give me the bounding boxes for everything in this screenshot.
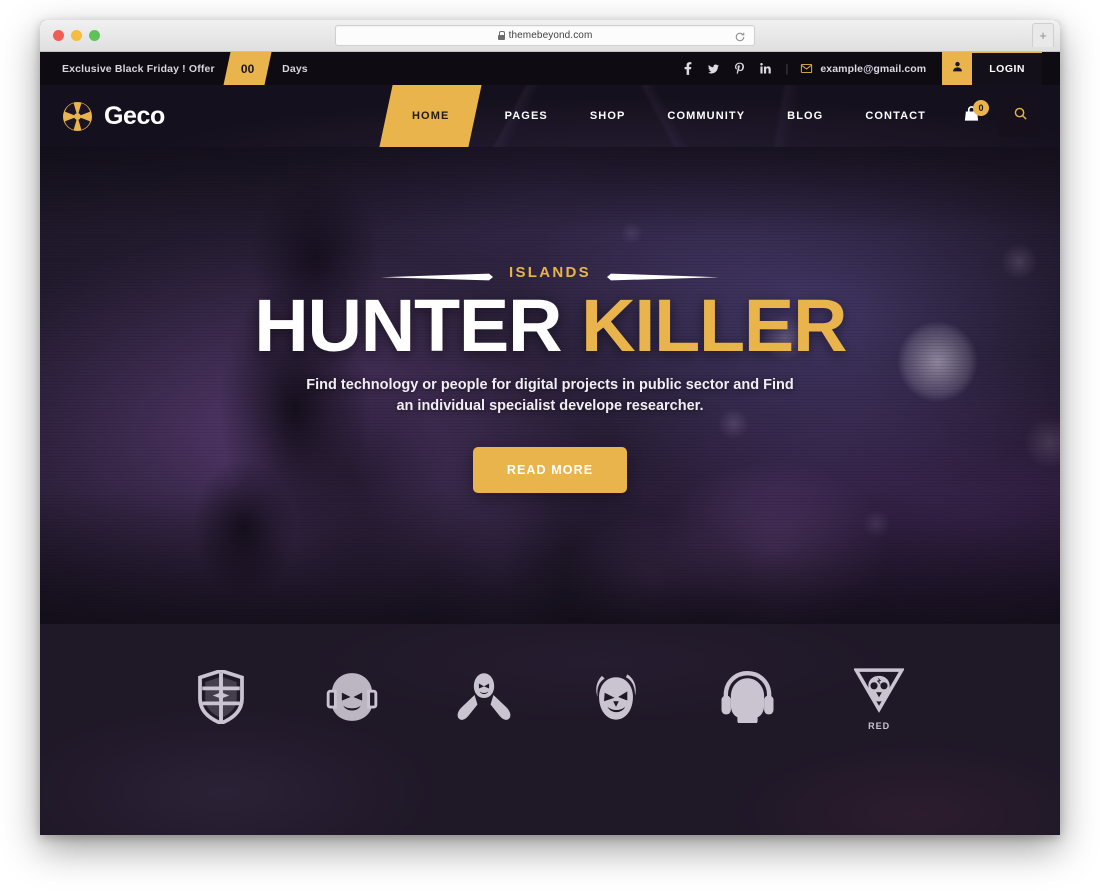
envelope-icon xyxy=(800,62,813,75)
horned-demon-logo-icon xyxy=(592,671,640,728)
hero-content: ISLANDS HUNTER KILLER Find technology or… xyxy=(40,147,1060,624)
nav-item-blog-label: BLOG xyxy=(787,110,824,122)
brand-logo-headphones-head[interactable] xyxy=(710,662,784,736)
brand-logo-gamer-headset-face[interactable] xyxy=(315,662,389,736)
facebook-icon[interactable] xyxy=(682,62,693,76)
login-button[interactable]: LOGIN xyxy=(972,52,1042,85)
email-text: example@gmail.com xyxy=(820,62,927,75)
topbar-separator: | xyxy=(785,62,789,75)
promo-countdown-unit: Days xyxy=(282,62,308,75)
hero-section: ISLANDS HUNTER KILLER Find technology or… xyxy=(40,147,1060,624)
traffic-lights xyxy=(53,30,100,41)
address-bar[interactable]: themebeyond.com xyxy=(335,25,755,46)
brand-logo-horned-demon[interactable] xyxy=(579,662,653,736)
brand-logos-section: RED xyxy=(40,624,1060,835)
social-links xyxy=(682,62,785,76)
aperture-icon xyxy=(62,101,93,132)
cart-count-badge: 0 xyxy=(973,100,989,116)
browser-chrome: themebeyond.com + xyxy=(40,20,1060,52)
hero-eyebrow: ISLANDS xyxy=(381,264,719,281)
nav-item-community-label: COMMUNITY xyxy=(667,110,746,122)
brand-logo-list: RED xyxy=(40,624,1060,736)
promo-countdown-value: 00 xyxy=(240,61,255,76)
top-bar: Exclusive Black Friday ! Offer 00 Days |… xyxy=(40,52,1060,85)
hero-title: HUNTER KILLER xyxy=(254,288,847,362)
search-button[interactable] xyxy=(999,95,1041,137)
hero-subtitle: Find technology or people for digital pr… xyxy=(306,376,794,415)
read-more-label: READ MORE xyxy=(506,463,594,478)
nav-item-home-label: HOME xyxy=(412,110,450,122)
nav-item-blog[interactable]: BLOG xyxy=(766,85,844,147)
new-tab-button[interactable]: + xyxy=(1032,23,1054,47)
red-gasmask-logo-label: RED xyxy=(868,720,891,731)
red-gasmask-logo-icon xyxy=(853,667,905,720)
twitter-icon[interactable] xyxy=(708,62,720,76)
promo-countdown: 00 xyxy=(223,52,272,85)
top-bar-right: | example@gmail.com LOGIN xyxy=(682,52,1042,85)
pinterest-icon[interactable] xyxy=(734,62,745,76)
nav-item-pages-label: PAGES xyxy=(504,110,548,122)
nav-item-pages[interactable]: PAGES xyxy=(484,85,569,147)
minimize-window-button[interactable] xyxy=(71,30,82,41)
page-viewport: Exclusive Black Friday ! Offer 00 Days |… xyxy=(40,52,1060,835)
hero-title-word-1: HUNTER xyxy=(253,283,562,367)
hero-title-word-2: KILLER xyxy=(580,283,847,367)
account-button[interactable] xyxy=(942,52,973,85)
brand-logo-masked-gamepad[interactable] xyxy=(447,662,521,736)
headphones-head-logo-icon xyxy=(720,670,775,728)
nav-item-community[interactable]: COMMUNITY xyxy=(646,85,766,147)
read-more-button[interactable]: READ MORE xyxy=(472,447,628,494)
url-text: themebeyond.com xyxy=(508,30,593,41)
brand-logo-red-gasmask[interactable]: RED xyxy=(842,662,916,736)
linkedin-icon[interactable] xyxy=(760,62,772,76)
hero-eyebrow-text: ISLANDS xyxy=(509,263,591,281)
login-label: LOGIN xyxy=(989,63,1025,75)
reload-icon[interactable] xyxy=(734,30,746,42)
cart-button[interactable]: 0 xyxy=(947,85,995,147)
gamer-headset-face-logo-icon xyxy=(326,671,378,728)
brand-logo-shield-crest[interactable] xyxy=(184,662,258,736)
masked-gamepad-logo-icon xyxy=(455,673,513,725)
nav-item-contact[interactable]: CONTACT xyxy=(844,85,947,147)
shield-crest-logo-icon xyxy=(197,668,245,729)
lock-icon xyxy=(497,31,506,40)
site-logo[interactable]: Geco xyxy=(40,101,165,132)
nav-item-home[interactable]: HOME xyxy=(379,85,483,147)
eyebrow-rule-right-icon xyxy=(606,268,719,281)
maximize-window-button[interactable] xyxy=(89,30,100,41)
main-navigation: HOME PAGES SHOP COMMUNITY BLOG CONTACT xyxy=(378,85,947,147)
user-icon xyxy=(951,60,964,78)
logo-text: Geco xyxy=(104,101,165,130)
contact-email[interactable]: example@gmail.com xyxy=(800,62,942,75)
new-tab-label: + xyxy=(1039,28,1047,43)
close-window-button[interactable] xyxy=(53,30,64,41)
promo-banner: Exclusive Black Friday ! Offer 00 Days xyxy=(40,52,308,85)
browser-window: themebeyond.com + Exclusive Black Friday… xyxy=(40,20,1060,835)
nav-item-contact-label: CONTACT xyxy=(865,110,926,122)
url-group: themebeyond.com xyxy=(497,30,593,41)
promo-text: Exclusive Black Friday ! Offer xyxy=(62,62,215,75)
nav-item-shop[interactable]: SHOP xyxy=(569,85,647,147)
site-header: Geco HOME PAGES SHOP COMMUNITY BLOG CONT… xyxy=(40,85,1060,147)
eyebrow-rule-left-icon xyxy=(381,268,494,281)
nav-item-shop-label: SHOP xyxy=(589,110,626,122)
search-icon xyxy=(1013,106,1028,126)
